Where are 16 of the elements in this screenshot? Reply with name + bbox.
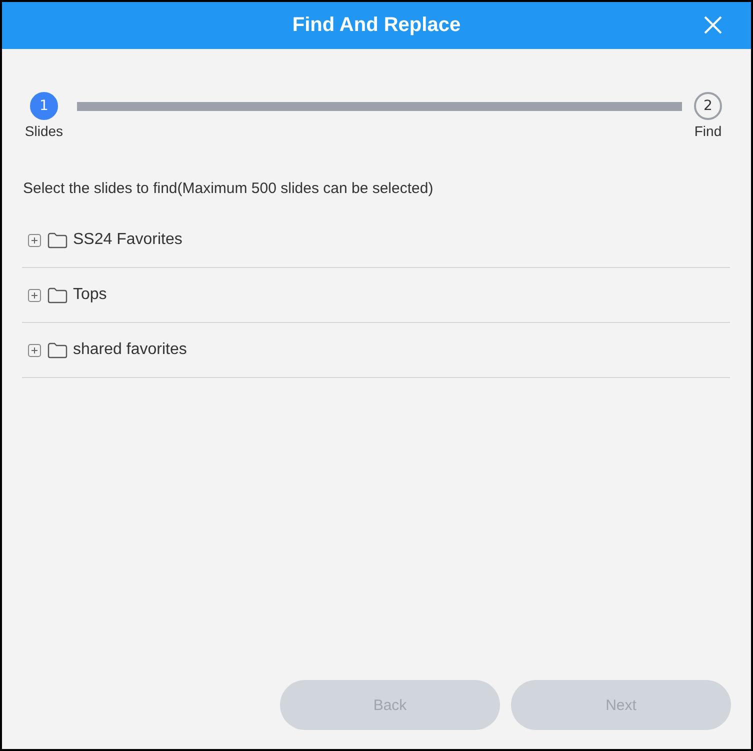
folder-name[interactable]: Tops bbox=[73, 286, 107, 304]
step-label: Find bbox=[694, 123, 722, 139]
folder-name[interactable]: SS24 Favorites bbox=[73, 231, 182, 249]
expand-icon[interactable] bbox=[28, 344, 41, 356]
expand-icon[interactable] bbox=[28, 288, 41, 302]
folder-icon bbox=[47, 232, 68, 248]
folder-name[interactable]: shared favorites bbox=[73, 341, 187, 359]
instruction-text: Select the slides to find(Maximum 500 slides can be selected) bbox=[23, 180, 434, 197]
folder-icon bbox=[47, 342, 68, 358]
expand-icon[interactable] bbox=[28, 234, 41, 246]
folder-icon bbox=[47, 286, 68, 304]
close-icon[interactable] bbox=[704, 16, 722, 34]
step-label: Slides bbox=[24, 123, 64, 139]
step-number[interactable]: 1 bbox=[30, 92, 58, 120]
step-number[interactable]: 2 bbox=[694, 92, 722, 120]
window-title: Find And Replace bbox=[292, 14, 461, 37]
